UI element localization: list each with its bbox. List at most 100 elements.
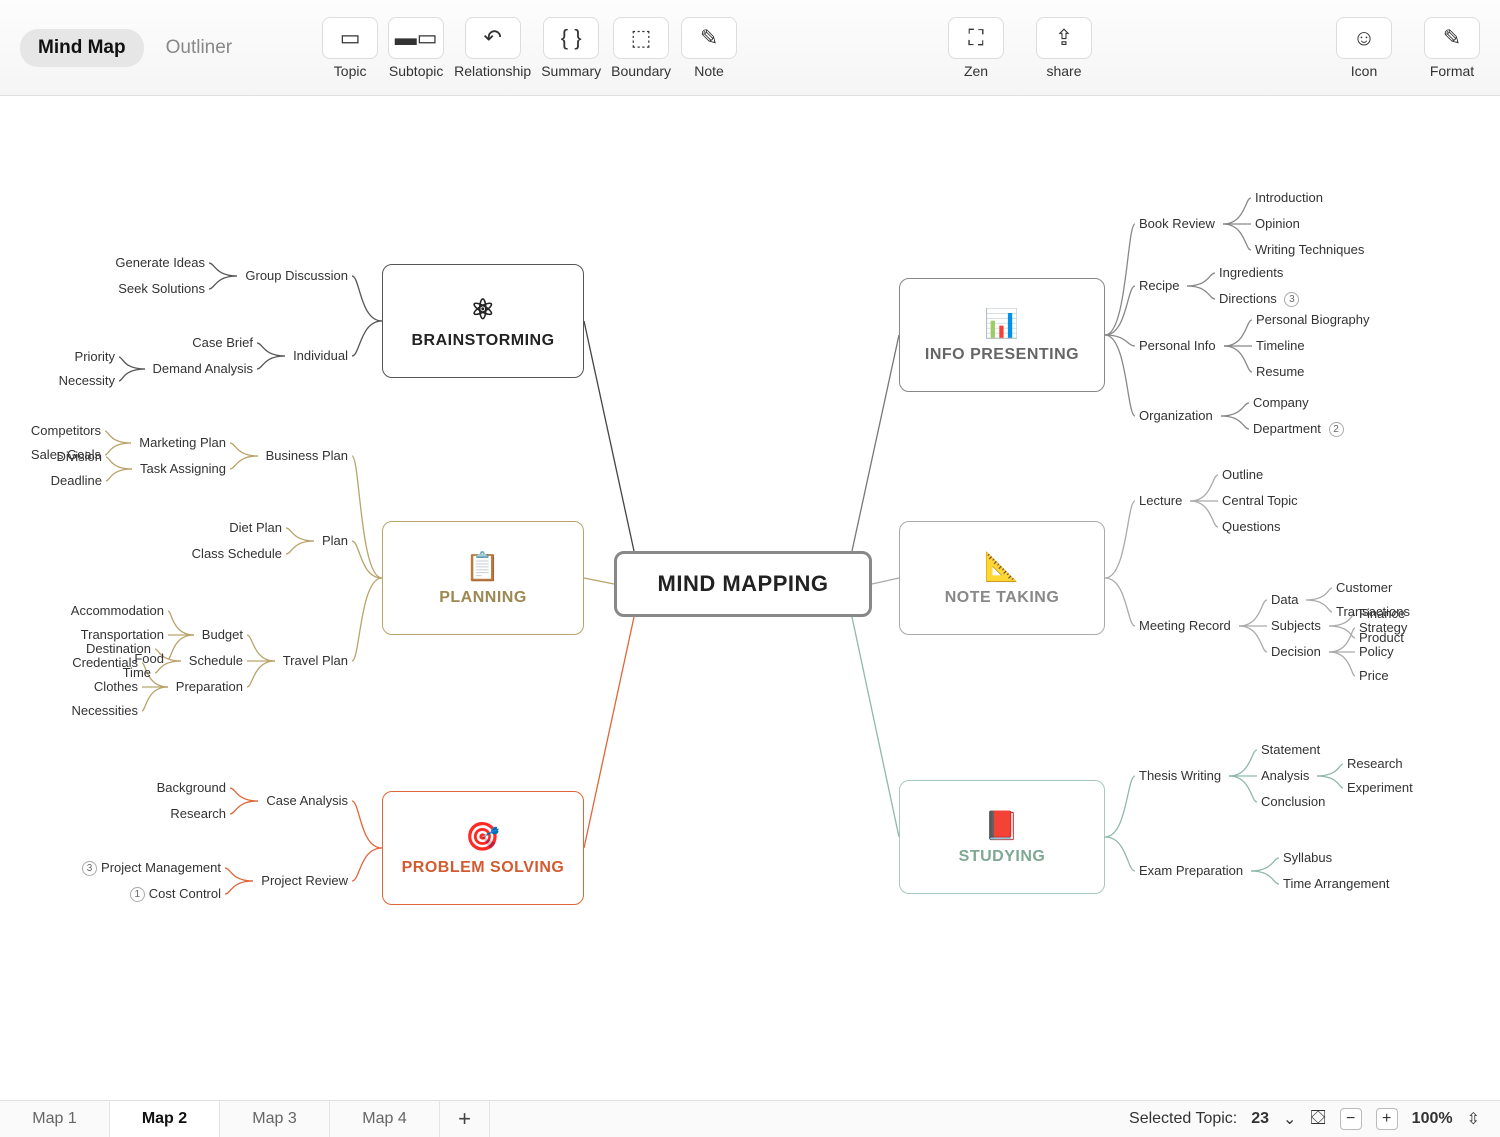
leaf-node[interactable]: Strategy [1359, 620, 1407, 635]
node-planning[interactable]: 📋PLANNING [382, 521, 584, 635]
format-button[interactable]: ✎Format [1424, 17, 1480, 79]
leaf-node[interactable]: Preparation [176, 679, 243, 694]
node-brainstorming[interactable]: ⚛BRAINSTORMING [382, 264, 584, 378]
leaf-node[interactable]: Transportation [81, 627, 164, 642]
leaf-node[interactable]: Accommodation [71, 603, 164, 618]
view-outliner[interactable]: Outliner [148, 29, 251, 67]
selected-topic-value[interactable]: 23 [1251, 1110, 1269, 1128]
leaf-node[interactable]: Task Assigning [140, 461, 226, 476]
leaf-node[interactable]: Analysis [1261, 768, 1309, 783]
leaf-node[interactable]: Case Brief [192, 335, 253, 350]
leaf-node[interactable]: Central Topic [1222, 493, 1298, 508]
share-button[interactable]: ⇪share [1036, 17, 1092, 79]
sheet-tab[interactable]: Map 2 [110, 1101, 220, 1137]
sub-node[interactable]: Recipe [1139, 278, 1179, 293]
sub-node[interactable]: Book Review [1139, 216, 1215, 231]
note-button[interactable]: ✎Note [681, 17, 737, 79]
leaf-node[interactable]: Opinion [1255, 216, 1300, 231]
sheet-tab[interactable]: Map 3 [220, 1101, 330, 1137]
leaf-node[interactable]: 1Cost Control [126, 886, 221, 902]
chevron-down-icon[interactable]: ⌄ [1283, 1109, 1296, 1129]
mindmap-canvas[interactable]: MIND MAPPING ⚛BRAINSTORMING 📋PLANNING 🎯P… [0, 96, 1500, 1100]
sub-node[interactable]: Group Discussion [245, 268, 348, 283]
leaf-node[interactable]: Policy [1359, 644, 1394, 659]
leaf-node[interactable]: Company [1253, 395, 1309, 410]
node-problem-solving[interactable]: 🎯PROBLEM SOLVING [382, 791, 584, 905]
topic-button[interactable]: ▭Topic [322, 17, 378, 79]
leaf-node[interactable]: Ingredients [1219, 265, 1283, 280]
leaf-node[interactable]: Data [1271, 592, 1298, 607]
icon-button[interactable]: ☺Icon [1336, 17, 1392, 79]
leaf-node[interactable]: Diet Plan [229, 520, 282, 535]
view-mindmap[interactable]: Mind Map [20, 29, 144, 67]
leaf-node[interactable]: 3Project Management [78, 860, 221, 876]
leaf-node[interactable]: Necessity [59, 373, 115, 388]
leaf-node[interactable]: Writing Techniques [1255, 242, 1364, 257]
sub-node[interactable]: Project Review [261, 873, 348, 888]
leaf-node[interactable]: Demand Analysis [153, 361, 253, 376]
leaf-node[interactable]: Department 2 [1253, 421, 1348, 437]
zoom-out-button[interactable]: − [1340, 1108, 1362, 1130]
sub-node[interactable]: Exam Preparation [1139, 863, 1243, 878]
summary-button[interactable]: { }Summary [541, 17, 601, 79]
sub-node[interactable]: Case Analysis [266, 793, 348, 808]
leaf-node[interactable]: Marketing Plan [139, 435, 226, 450]
leaf-node[interactable]: Decision [1271, 644, 1321, 659]
sub-node[interactable]: Business Plan [266, 448, 348, 463]
leaf-node[interactable]: Introduction [1255, 190, 1323, 205]
sub-node[interactable]: Individual [293, 348, 348, 363]
leaf-node[interactable]: Time Arrangement [1283, 876, 1389, 891]
sub-node[interactable]: Organization [1139, 408, 1213, 423]
leaf-node[interactable]: Budget [202, 627, 243, 642]
relationship-button[interactable]: ↶Relationship [454, 17, 531, 79]
leaf-node[interactable]: Outline [1222, 467, 1263, 482]
add-tab-button[interactable]: + [440, 1101, 490, 1137]
leaf-node[interactable]: Division [56, 449, 102, 464]
leaf-node[interactable]: Necessities [72, 703, 138, 718]
leaf-node[interactable]: Schedule [189, 653, 243, 668]
node-info-presenting[interactable]: 📊INFO PRESENTING [899, 278, 1105, 392]
leaf-node[interactable]: Conclusion [1261, 794, 1325, 809]
leaf-node[interactable]: Research [1347, 756, 1403, 771]
leaf-node[interactable]: Directions 3 [1219, 291, 1303, 307]
leaf-node[interactable]: Finance [1359, 606, 1405, 621]
leaf-node[interactable]: Competitors [31, 423, 101, 438]
leaf-node[interactable]: Personal Biography [1256, 312, 1369, 327]
node-note-taking[interactable]: 📐NOTE TAKING [899, 521, 1105, 635]
sub-node[interactable]: Personal Info [1139, 338, 1216, 353]
leaf-node[interactable]: Class Schedule [192, 546, 282, 561]
sub-node[interactable]: Lecture [1139, 493, 1182, 508]
leaf-node[interactable]: Timeline [1256, 338, 1305, 353]
sub-node[interactable]: Thesis Writing [1139, 768, 1221, 783]
leaf-node[interactable]: Deadline [51, 473, 102, 488]
subtopic-button[interactable]: ▬▭Subtopic [388, 17, 444, 79]
leaf-node[interactable]: Syllabus [1283, 850, 1332, 865]
leaf-node[interactable]: Research [170, 806, 226, 821]
leaf-node[interactable]: Questions [1222, 519, 1281, 534]
zoom-level[interactable]: 100% [1412, 1110, 1453, 1128]
central-topic[interactable]: MIND MAPPING [614, 551, 872, 617]
boundary-button[interactable]: ⬚Boundary [611, 17, 671, 79]
zoom-stepper-icon[interactable]: ⇳ [1467, 1109, 1480, 1129]
leaf-node[interactable]: Generate Ideas [115, 255, 205, 270]
sheet-tab[interactable]: Map 4 [330, 1101, 440, 1137]
leaf-node[interactable]: Background [157, 780, 226, 795]
zoom-in-button[interactable]: + [1376, 1108, 1398, 1130]
sub-node[interactable]: Plan [322, 533, 348, 548]
leaf-node[interactable]: Statement [1261, 742, 1320, 757]
leaf-node[interactable]: Experiment [1347, 780, 1413, 795]
sub-node[interactable]: Meeting Record [1139, 618, 1231, 633]
leaf-node[interactable]: Credentials [72, 655, 138, 670]
sheet-tab[interactable]: Map 1 [0, 1101, 110, 1137]
leaf-node[interactable]: Destination [86, 641, 151, 656]
leaf-node[interactable]: Resume [1256, 364, 1304, 379]
leaf-node[interactable]: Clothes [94, 679, 138, 694]
leaf-node[interactable]: Customer [1336, 580, 1392, 595]
leaf-node[interactable]: Seek Solutions [118, 281, 205, 296]
leaf-node[interactable]: Subjects [1271, 618, 1321, 633]
node-studying[interactable]: 📕STUDYING [899, 780, 1105, 894]
leaf-node[interactable]: Price [1359, 668, 1389, 683]
sub-node[interactable]: Travel Plan [283, 653, 348, 668]
zen-button[interactable]: ⛶Zen [948, 17, 1004, 79]
map-overview-icon[interactable]: ⛋ [1310, 1107, 1325, 1130]
